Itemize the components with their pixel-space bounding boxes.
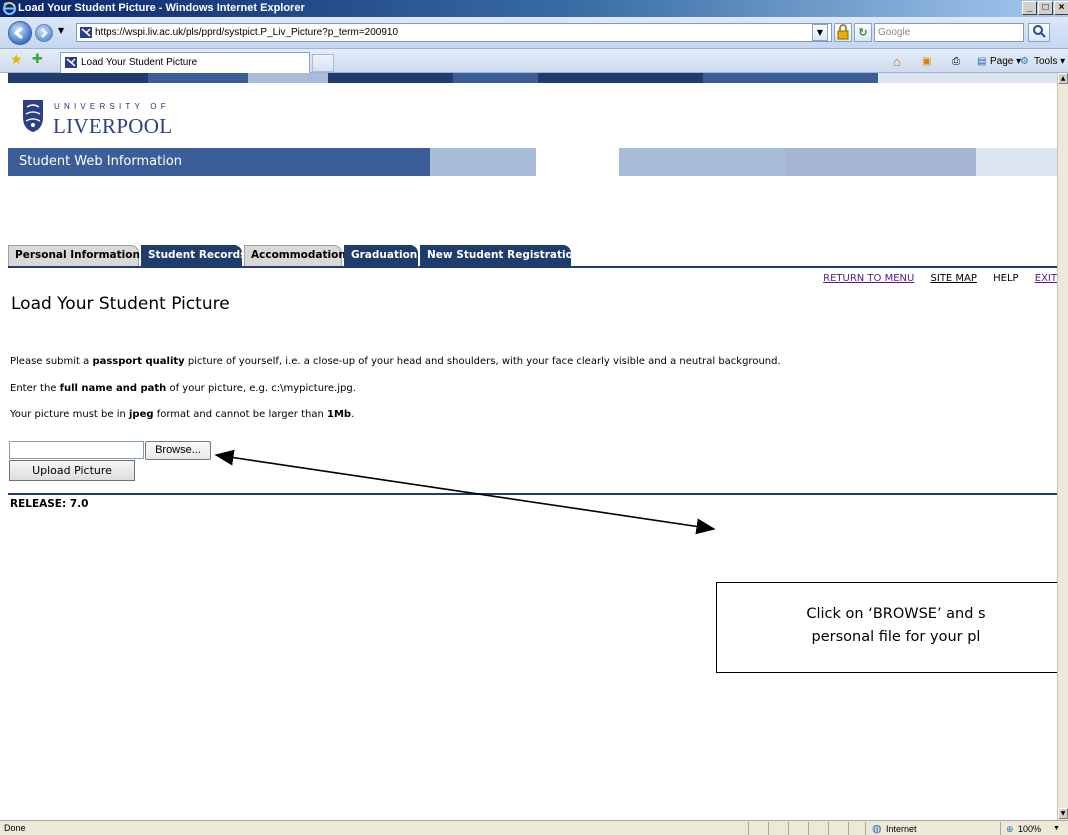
zoom-level: 100% (1018, 824, 1042, 834)
zoom-icon: ⊕ (1006, 824, 1014, 834)
refresh-icon[interactable]: ↻ (854, 23, 872, 42)
gear-icon: ⚙ (1020, 56, 1029, 67)
window-title: Load Your Student Picture - Windows Inte… (18, 2, 305, 14)
internet-explorer-icon (3, 2, 16, 15)
callout-line-2: personal file for your pl (811, 629, 981, 645)
tab-favicon-icon (65, 57, 77, 68)
status-text: Done (4, 823, 26, 833)
zone-text: Internet (886, 824, 917, 834)
scroll-up-icon[interactable]: ▲ (1058, 73, 1068, 84)
search-icon[interactable] (1028, 23, 1050, 42)
minimize-button[interactable]: _ (1022, 1, 1037, 15)
close-button[interactable]: × (1054, 1, 1068, 15)
print-icon[interactable]: ⎙ (952, 53, 960, 70)
forward-icon[interactable] (35, 24, 53, 42)
new-tab-button[interactable] (312, 54, 334, 72)
url-text: https://wspi.liv.ac.uk/pls/pprd/systpict… (95, 27, 399, 38)
callout-line-1: Click on ‘BROWSE’ and s (806, 606, 986, 622)
scroll-down-icon[interactable]: ▼ (1058, 808, 1068, 819)
add-favorites-icon[interactable]: ✚ (32, 52, 43, 67)
search-input[interactable]: Google (874, 23, 1024, 42)
tab-bar: ★ ✚ Load Your Student Picture ⌂ ▣ ⎙ ▤ Pa… (0, 49, 1068, 73)
site-favicon-icon (80, 27, 92, 38)
zoom-dropdown-icon[interactable]: ▼ (1053, 822, 1060, 835)
maximize-button[interactable]: □ (1038, 1, 1053, 15)
vertical-scrollbar[interactable]: ▲ ▼ (1057, 73, 1068, 820)
zoom-control[interactable]: ⊕ 100% ▼ (1000, 822, 1068, 835)
window-titlebar: Load Your Student Picture - Windows Inte… (0, 0, 1068, 17)
page-content: UNIVERSITY OF LIVERPOOL Student Web Info… (0, 73, 1057, 820)
favorites-star-icon[interactable]: ★ (10, 52, 23, 68)
address-toolbar: ▼ https://wspi.liv.ac.uk/pls/pprd/systpi… (0, 17, 1068, 49)
feeds-icon[interactable]: ▣ (922, 53, 931, 70)
page-menu[interactable]: Page ▾ (990, 53, 1021, 70)
tab-active[interactable]: Load Your Student Picture (60, 52, 310, 73)
tools-menu[interactable]: Tools ▾ (1034, 53, 1065, 70)
security-zone: ◍ Internet (865, 822, 975, 835)
page-menu-icon: ▤ (977, 56, 987, 67)
address-dropdown-icon[interactable]: ▼ (812, 24, 828, 41)
tab-title: Load Your Student Picture (81, 57, 198, 68)
home-icon[interactable]: ⌂ (893, 53, 901, 70)
annotation-arrow (214, 449, 716, 535)
search-placeholder: Google (878, 27, 911, 38)
address-input[interactable]: https://wspi.liv.ac.uk/pls/pprd/systpict… (76, 23, 832, 42)
instruction-callout: Click on ‘BROWSE’ and s personal file fo… (716, 582, 1057, 673)
status-bar: Done ◍ Internet ⊕ 100% ▼ (0, 820, 1068, 835)
recent-pages-dropdown-icon[interactable]: ▼ (58, 26, 64, 35)
back-icon[interactable] (8, 21, 32, 45)
globe-icon: ◍ (872, 823, 882, 835)
lock-icon[interactable] (834, 23, 852, 42)
